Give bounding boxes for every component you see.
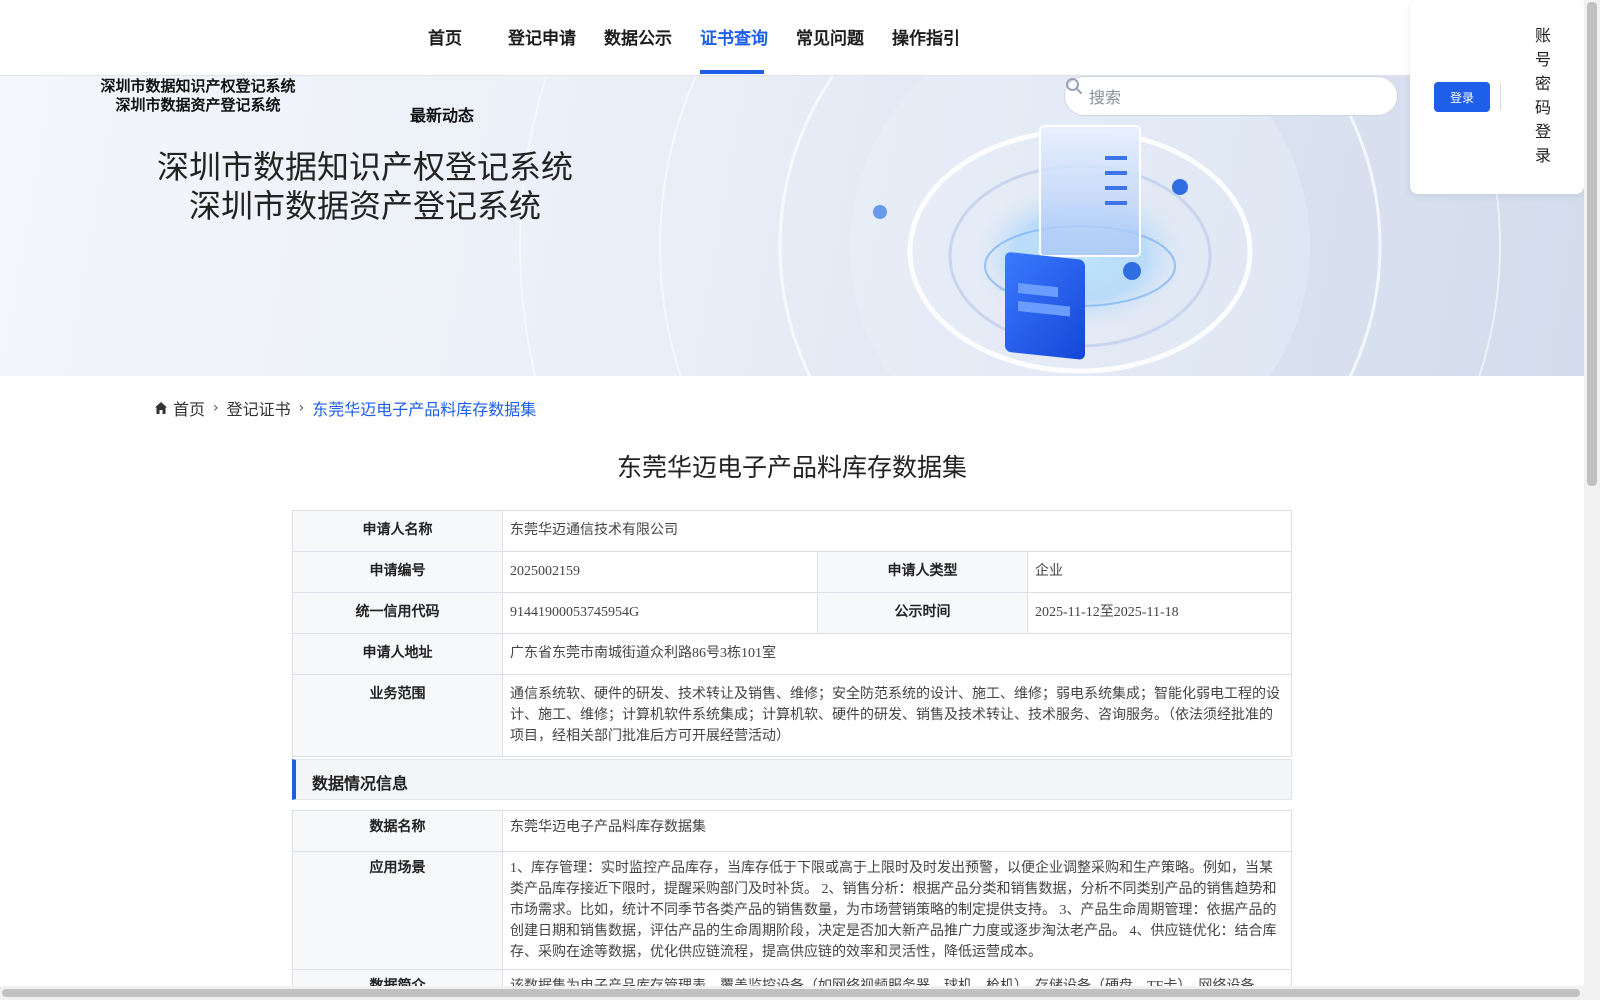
credit-code-value: 91441900053745954G xyxy=(502,592,818,634)
nav-item-publicity[interactable]: 数据公示 xyxy=(604,24,672,49)
publicity-time-value: 2025-11-12至2025-11-18 xyxy=(1027,592,1292,634)
page-title: 东莞华迈电子产品料库存数据集 xyxy=(616,455,967,482)
table-row: 业务范围 通信系统软、硬件的研发、技术转让及销售、维修；安全防范系统的设计、施工… xyxy=(292,674,1292,757)
breadcrumb-certificates[interactable]: 登记证书 xyxy=(227,396,291,420)
table-row: 申请人地址 广东省东莞市南城街道众利路86号3栋101室 xyxy=(292,633,1292,675)
data-name-label: 数据名称 xyxy=(292,810,503,852)
hero-banner: 深圳市数据知识产权登记系统 深圳市数据资产登记系统 最新动态 深圳市数据知识产权… xyxy=(0,76,1584,376)
active-tab-indicator xyxy=(700,70,764,74)
chevron-right-icon: › xyxy=(213,400,219,416)
table-row: 申请编号 2025002159 申请人类型 企业 xyxy=(292,551,1292,593)
application-no-value: 2025002159 xyxy=(502,551,818,593)
banner-title: 深圳市数据知识产权登记系统 深圳市数据资产登记系统 xyxy=(150,148,580,226)
nav-item-home[interactable]: 首页 xyxy=(428,24,462,49)
system-name-line2: 深圳市数据资产登记系统 xyxy=(115,98,281,114)
latest-news-link[interactable]: 最新动态 xyxy=(410,102,474,126)
data-section-heading: 数据情况信息 xyxy=(292,759,1292,800)
login-divider xyxy=(1500,84,1501,110)
banner-title-line1: 深圳市数据知识产权登记系统 xyxy=(156,149,573,185)
nav-item-registration[interactable]: 登记申请 xyxy=(508,24,576,49)
breadcrumb: 首页 › 登记证书 › 东莞华迈电子产品料库存数据集 xyxy=(154,396,536,420)
breadcrumb-home[interactable]: 首页 xyxy=(173,396,205,420)
scenario-label: 应用场景 xyxy=(292,851,503,970)
table-row: 应用场景 1、库存管理：实时监控产品库存，当库存低于下限或高于上限时及时发出预警… xyxy=(292,851,1292,970)
applicant-info-table: 申请人名称 东莞华迈通信技术有限公司 申请编号 2025002159 申请人类型… xyxy=(292,510,1292,757)
system-name-line1: 深圳市数据知识产权登记系统 xyxy=(100,79,296,95)
address-value: 广东省东莞市南城街道众利路86号3栋101室 xyxy=(502,633,1292,675)
chevron-right-icon: › xyxy=(298,400,305,416)
search-icon[interactable] xyxy=(1065,77,1083,95)
banner-title-line2: 深圳市数据资产登记系统 xyxy=(188,188,541,224)
scenario-value: 1、库存管理：实时监控产品库存，当库存低于下限或高于上限时及时发出预警，以便企业… xyxy=(502,851,1292,970)
horizontal-scrollbar[interactable] xyxy=(0,986,1584,1000)
search-input[interactable] xyxy=(1089,85,1349,109)
business-scope-value: 通信系统软、硬件的研发、技术转让及销售、维修；安全防范系统的设计、施工、维修；弱… xyxy=(502,674,1292,757)
nav-item-certificate-query[interactable]: 证书查询 xyxy=(700,24,768,49)
applicant-type-label: 申请人类型 xyxy=(817,551,1028,593)
table-row: 数据名称 东莞华迈电子产品料库存数据集 xyxy=(292,810,1292,852)
data-name-value: 东莞华迈电子产品料库存数据集 xyxy=(502,810,1292,852)
nav-item-faq[interactable]: 常见问题 xyxy=(796,24,864,49)
home-icon xyxy=(155,402,167,414)
applicant-name-value: 东莞华迈通信技术有限公司 xyxy=(502,510,1292,552)
search-box xyxy=(1064,76,1398,116)
system-name-small: 深圳市数据知识产权登记系统 深圳市数据资产登记系统 xyxy=(88,78,308,116)
login-button[interactable]: 登录 xyxy=(1434,82,1490,112)
publicity-time-label: 公示时间 xyxy=(817,592,1028,634)
business-scope-label: 业务范围 xyxy=(292,674,503,757)
application-no-label: 申请编号 xyxy=(292,551,503,593)
login-panel: 登录 账号密码登录 xyxy=(1410,0,1584,194)
address-label: 申请人地址 xyxy=(292,633,503,675)
vertical-scrollbar-thumb[interactable] xyxy=(1587,2,1597,486)
vertical-scrollbar[interactable] xyxy=(1584,0,1600,1000)
table-row: 统一信用代码 91441900053745954G 公示时间 2025-11-1… xyxy=(292,592,1292,634)
top-navigation: 首页 登记申请 数据公示 证书查询 常见问题 操作指引 xyxy=(0,0,1584,76)
table-row: 申请人名称 东莞华迈通信技术有限公司 xyxy=(292,510,1292,552)
nav-item-guide[interactable]: 操作指引 xyxy=(892,24,960,49)
applicant-type-value: 企业 xyxy=(1027,551,1292,593)
data-info-table: 数据名称 东莞华迈电子产品料库存数据集 应用场景 1、库存管理：实时监控产品库存… xyxy=(292,810,1292,1000)
breadcrumb-current: 东莞华迈电子产品料库存数据集 xyxy=(312,400,537,419)
data-section-title: 数据情况信息 xyxy=(312,776,409,793)
password-login-link[interactable]: 账号密码登录 xyxy=(1532,24,1554,168)
banner-illustration xyxy=(519,76,1501,376)
horizontal-scrollbar-thumb[interactable] xyxy=(2,989,1580,997)
applicant-name-label: 申请人名称 xyxy=(292,510,503,552)
credit-code-label: 统一信用代码 xyxy=(292,592,503,634)
